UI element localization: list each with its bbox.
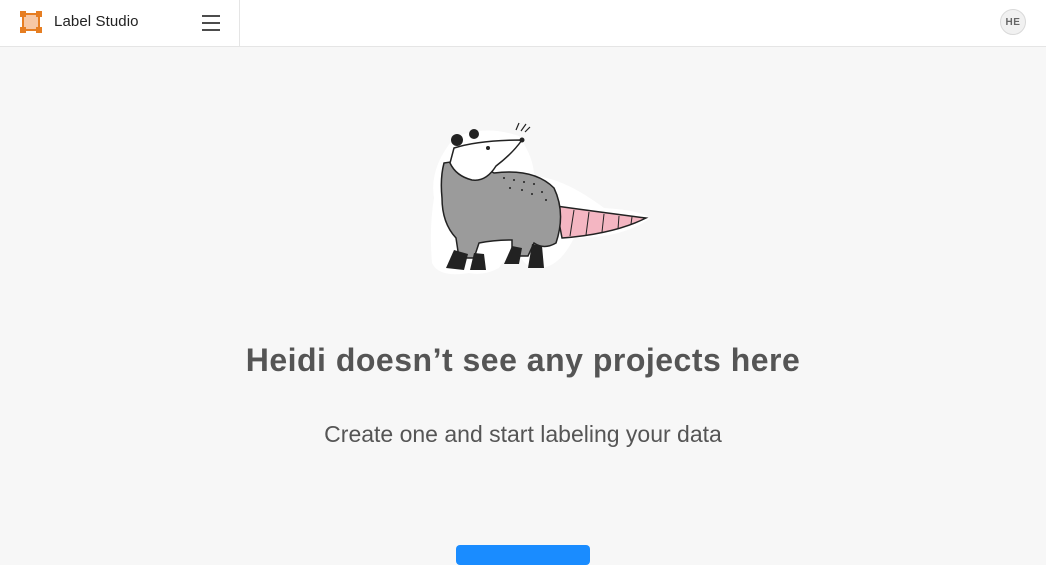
hamburger-menu-button[interactable]: [199, 12, 223, 34]
hamburger-menu-icon: [202, 15, 220, 31]
empty-state-heading: Heidi doesn’t see any projects here: [245, 342, 801, 378]
app-name[interactable]: Label Studio: [54, 13, 139, 30]
user-avatar[interactable]: HE: [1000, 9, 1026, 35]
brand-area: Label Studio: [0, 0, 240, 46]
label-studio-logo-icon: [20, 11, 42, 33]
opossum-illustration: [430, 122, 650, 275]
top-bar: Label Studio HE: [0, 0, 1046, 47]
create-project-button[interactable]: [456, 545, 590, 565]
empty-state-subheading: Create one and start labeling your data: [324, 421, 722, 447]
